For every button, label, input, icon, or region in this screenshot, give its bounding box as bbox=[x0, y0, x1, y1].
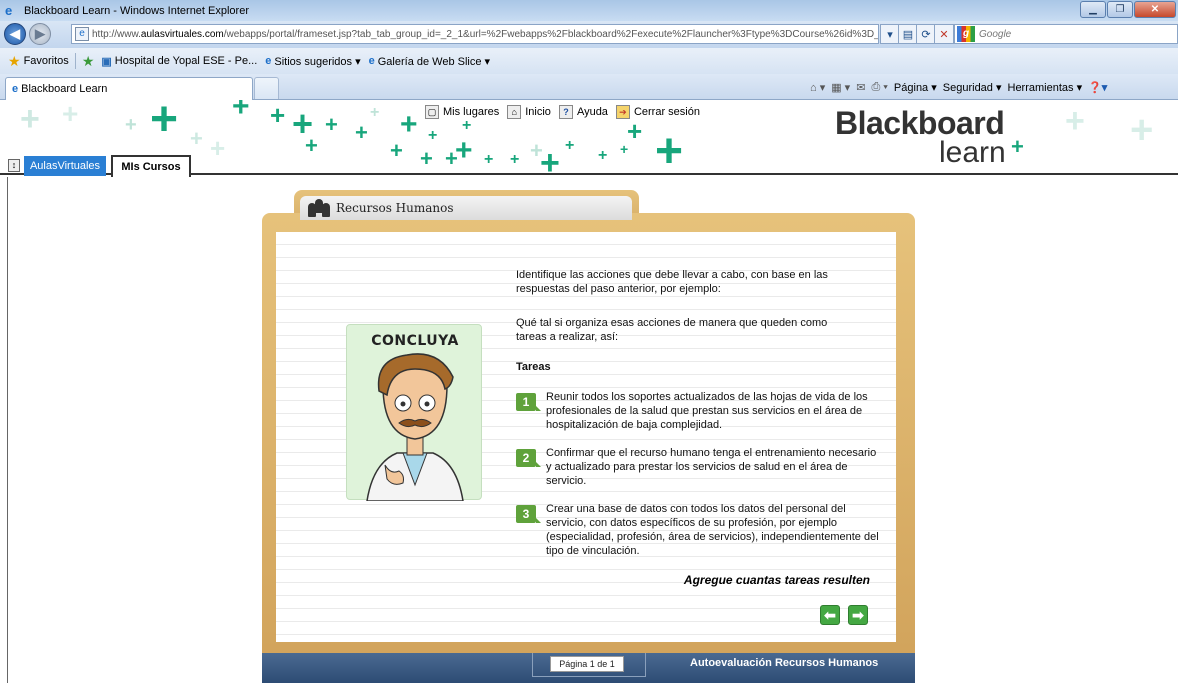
ie-icon: e bbox=[12, 83, 19, 95]
logo-main: Blackboard bbox=[835, 105, 1005, 141]
footer-title: Autoevaluación Recursos Humanos bbox=[690, 657, 879, 669]
arrow-left-icon: ⬅ bbox=[824, 607, 836, 623]
window-title: Blackboard Learn - Windows Internet Expl… bbox=[24, 4, 249, 17]
ayuda-link[interactable]: ? Ayuda bbox=[558, 105, 608, 119]
menu-pagina[interactable]: Página ▾ bbox=[894, 81, 937, 94]
logout-icon: ➔ bbox=[615, 105, 630, 119]
favorites-button[interactable]: ★ Favoritos bbox=[8, 53, 69, 70]
page-indicator: Página 1 de 1 bbox=[550, 656, 624, 672]
favorite-suggested-label: Sitios sugeridos ▾ bbox=[274, 55, 361, 68]
tasks-heading: Tareas bbox=[516, 361, 551, 373]
google-icon: g bbox=[957, 26, 975, 42]
forward-button[interactable]: ▶ bbox=[29, 23, 51, 45]
menu-herramientas[interactable]: Herramientas ▾ bbox=[1008, 81, 1083, 94]
favorite-web-slice[interactable]: e Galería de Web Slice ▾ bbox=[369, 55, 490, 68]
maximize-button[interactable]: ❐ bbox=[1107, 1, 1133, 18]
mis-lugares-link[interactable]: ▢ Mis lugares bbox=[425, 105, 499, 119]
mail-icon[interactable]: ✉ bbox=[856, 81, 865, 94]
refresh-icon[interactable]: ⟳ bbox=[916, 24, 936, 44]
cerrar-sesion-link[interactable]: ➔ Cerrar sesión bbox=[615, 105, 700, 119]
ie-icon: e bbox=[5, 2, 13, 18]
arrow-right-icon: ➡ bbox=[852, 607, 864, 623]
divider bbox=[74, 53, 76, 69]
tab-blackboard-learn[interactable]: e Blackboard Learn bbox=[5, 77, 253, 100]
back-button[interactable]: ◀ bbox=[4, 23, 26, 45]
ie-icon: e bbox=[265, 55, 272, 67]
task-number: 1 bbox=[516, 393, 541, 411]
tab-bar: e Blackboard Learn ⌂ ▾ ▦ ▾ ✉ ⎙ ▾ Página … bbox=[0, 74, 1178, 100]
site-icon: ▣ bbox=[101, 55, 112, 68]
favorite-suggested-sites[interactable]: e Sitios sugeridos ▾ bbox=[265, 55, 360, 68]
task-text: Crear una base de datos con todos los da… bbox=[546, 503, 879, 557]
help-icon: ? bbox=[558, 105, 573, 119]
url-path: /webapps/portal/frameset.jsp?tab_tab_gro… bbox=[223, 28, 879, 40]
concluya-illustration: CONCLUYA bbox=[346, 324, 482, 501]
url-domain: aulasvirtuales.com bbox=[140, 28, 224, 40]
section-title: Recursos Humanos bbox=[336, 201, 454, 215]
favorites-bar: ★ Favoritos ★ ▣ Hospital de Yopal ESE - … bbox=[0, 48, 1178, 74]
window-titlebar: e Blackboard Learn - Windows Internet Ex… bbox=[0, 0, 1178, 21]
tab-mis-cursos[interactable]: MIs Cursos bbox=[111, 155, 191, 177]
cerrar-sesion-label: Cerrar sesión bbox=[633, 106, 700, 118]
compatibility-icon[interactable]: ▤ bbox=[898, 24, 918, 44]
tab-label: Blackboard Learn bbox=[21, 83, 108, 95]
intro-paragraph-1: Identifique las acciones que debe llevar… bbox=[516, 269, 828, 295]
inicio-label: Inicio bbox=[525, 106, 551, 118]
blackboard-logo: Blackboard learn + bbox=[835, 105, 1035, 168]
page-icon: e bbox=[75, 27, 89, 41]
add-favorite-button[interactable]: ★ bbox=[82, 53, 98, 70]
star-icon: ★ bbox=[8, 52, 21, 69]
task-number: 3 bbox=[516, 505, 541, 523]
expand-toggle[interactable]: ↕ bbox=[8, 159, 20, 172]
closing-note: Agregue cuantas tareas resulten bbox=[683, 573, 870, 587]
help-icon[interactable]: ❓▾ bbox=[1088, 81, 1107, 94]
next-button[interactable]: ➡ bbox=[848, 605, 868, 625]
mis-lugares-label: Mis lugares bbox=[443, 106, 500, 118]
menu-seguridad[interactable]: Seguridad ▾ bbox=[943, 81, 1002, 94]
stop-icon[interactable]: ✕ bbox=[934, 24, 954, 44]
favorites-label: Favoritos bbox=[23, 55, 69, 67]
search-input[interactable]: g Google bbox=[954, 24, 1178, 44]
command-bar: ⌂ ▾ ▦ ▾ ✉ ⎙ ▾ Página ▾ Seguridad ▾ Herra… bbox=[810, 78, 1113, 96]
blackboard-top-links: ▢ Mis lugares ⌂ Inicio ? Ayuda ➔ Cerrar … bbox=[425, 105, 708, 119]
task-text: Confirmar que el recurso humano tenga el… bbox=[546, 447, 877, 487]
task-number: 2 bbox=[516, 449, 541, 467]
favorite-hospital-label: Hospital de Yopal ESE - Pe... bbox=[114, 55, 258, 67]
window-controls: ▁ ❐ ✕ bbox=[1079, 1, 1176, 18]
address-row: ◀ ▶ e http://www. aulasvirtuales.com/weba… bbox=[0, 21, 1178, 48]
previous-button[interactable]: ⬅ bbox=[820, 605, 840, 625]
doctor-illustration-icon bbox=[366, 353, 464, 501]
dropdown-arrow-icon[interactable]: ▾ bbox=[880, 24, 900, 44]
search-placeholder: Google bbox=[979, 28, 1012, 40]
tab-aulas-virtuales[interactable]: AulasVirtuales bbox=[24, 156, 106, 176]
new-tab-button[interactable] bbox=[254, 77, 279, 99]
url-field[interactable]: e http://www. aulasvirtuales.com/webapps/… bbox=[71, 24, 879, 44]
section-tab: Recursos Humanos bbox=[300, 196, 632, 220]
ie-icon: e bbox=[368, 55, 375, 67]
task-text: Reunir todos los soportes actualizados d… bbox=[546, 391, 868, 431]
minimize-button[interactable]: ▁ bbox=[1080, 1, 1106, 18]
print-icon[interactable]: ⎙ ▾ bbox=[871, 81, 887, 94]
intro-paragraph-2: Qué tal si organiza esas acciones de man… bbox=[516, 317, 828, 343]
add-favorite-icon: ★ bbox=[81, 52, 95, 69]
favorite-web-slice-label: Galería de Web Slice ▾ bbox=[377, 55, 491, 68]
ayuda-label: Ayuda bbox=[576, 106, 608, 118]
url-prefix: http://www. bbox=[92, 28, 141, 40]
people-icon bbox=[308, 199, 330, 217]
blackboard-tabs: ↕ AulasVirtuales MIs Cursos bbox=[0, 155, 1178, 177]
frame-divider bbox=[7, 177, 8, 683]
inicio-link[interactable]: ⌂ Inicio bbox=[507, 105, 551, 119]
favorite-hospital[interactable]: ▣ Hospital de Yopal ESE - Pe... bbox=[101, 55, 257, 68]
home-icon: ⌂ bbox=[507, 105, 522, 119]
home-icon[interactable]: ⌂ ▾ bbox=[810, 81, 825, 94]
feeds-icon[interactable]: ▦ ▾ bbox=[831, 81, 850, 94]
close-button[interactable]: ✕ bbox=[1134, 1, 1176, 18]
places-icon: ▢ bbox=[425, 105, 439, 119]
